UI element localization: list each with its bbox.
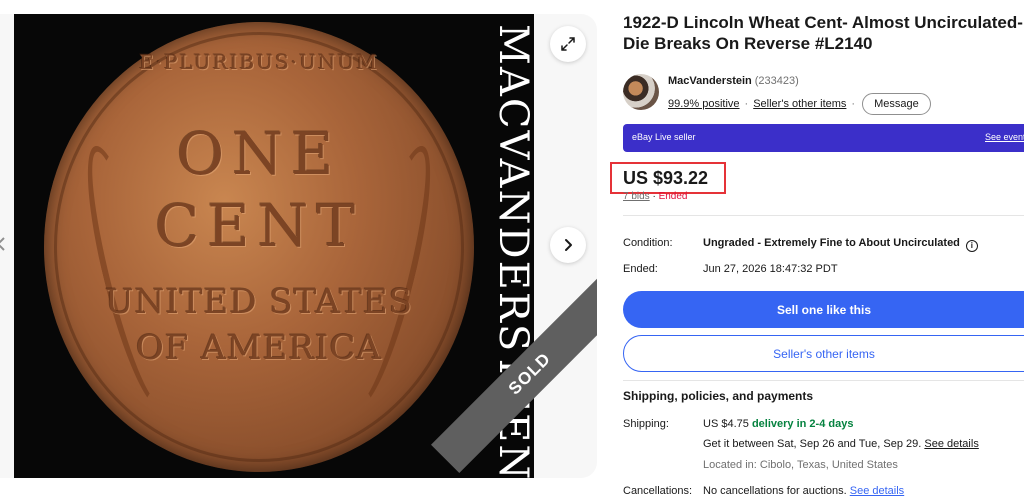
seller-positive-link[interactable]: 99.9% positive	[668, 98, 740, 110]
coin-motto: E·PLURIBUS·UNUM	[139, 50, 379, 74]
shipping-label: Shipping:	[623, 418, 669, 430]
seller-avatar[interactable]	[623, 74, 659, 110]
listing-photo[interactable]: E·PLURIBUS·UNUM ONE CENT UNITED STATES O…	[14, 14, 534, 478]
coin-text-of-america: OF AMERICA	[135, 328, 383, 368]
delivery-estimate-text: Get it between Sat, Sep 26 and Tue, Sep …	[703, 438, 922, 450]
listing-details: 1922-D Lincoln Wheat Cent- Almost Uncirc…	[610, 0, 1024, 496]
previous-image-button[interactable]	[0, 232, 6, 256]
cancellations-see-details-link[interactable]: See details	[850, 485, 904, 496]
expand-icon	[561, 37, 575, 51]
bid-count-link[interactable]: 7 bids	[623, 191, 650, 202]
listing-title: 1922-D Lincoln Wheat Cent- Almost Uncirc…	[623, 13, 1023, 53]
sellers-other-items-button[interactable]: Seller's other items	[623, 335, 1024, 372]
cancellations-value: No cancellations for auctions. See detai…	[703, 485, 904, 496]
item-price: US $93.22	[623, 168, 709, 188]
ended-label: Ended:	[623, 263, 658, 275]
delivery-time: delivery in 2-4 days	[751, 418, 854, 430]
coin-text-one: ONE	[176, 120, 342, 188]
cancellations-text: No cancellations for auctions.	[703, 485, 847, 496]
auction-ended-label: Ended	[658, 191, 688, 202]
bid-separator: ·	[649, 191, 659, 202]
seller-feedback-count: (233423)	[754, 75, 799, 87]
delivery-estimate: Get it between Sat, Sep 26 and Tue, Sep …	[703, 438, 979, 450]
next-image-button[interactable]	[550, 227, 586, 263]
coin-image: E·PLURIBUS·UNUM ONE CENT UNITED STATES O…	[44, 22, 474, 472]
seller-name-line: MacVanderstein (233423)	[668, 75, 799, 87]
condition-value: Ungraded - Extremely Fine to About Uncir…	[703, 237, 960, 249]
bid-status: 7 bids · Ended	[623, 191, 688, 202]
coin-text-united-states: UNITED STATES	[105, 282, 413, 322]
shipping-cost: US $4.75	[703, 418, 749, 430]
coin-text-cent: CENT	[154, 192, 364, 260]
sell-one-like-this-button[interactable]: Sell one like this	[623, 291, 1024, 328]
shipping-see-details-link[interactable]: See details	[924, 438, 978, 450]
seller-card: MacVanderstein (233423) 99.9% positive · …	[623, 74, 1023, 115]
seller-other-items-link[interactable]: Seller's other items	[753, 98, 846, 110]
expand-image-button[interactable]	[550, 26, 586, 62]
shipping-section-title: Shipping, policies, and payments	[623, 389, 814, 403]
info-icon[interactable]: i	[965, 240, 978, 252]
separator-dot: ·	[851, 98, 856, 110]
chevron-right-icon	[565, 239, 572, 251]
see-event-link[interactable]: See event	[985, 132, 1024, 142]
live-seller-label: eBay Live seller	[632, 132, 696, 142]
divider	[623, 380, 1024, 381]
seller-name[interactable]: MacVanderstein	[668, 75, 752, 87]
message-button[interactable]: Message	[862, 93, 931, 115]
chevron-left-icon	[0, 237, 5, 251]
divider	[623, 215, 1024, 216]
seller-links: 99.9% positive · Seller's other items · …	[668, 93, 931, 115]
separator-dot: ·	[744, 98, 749, 110]
image-gallery: E·PLURIBUS·UNUM ONE CENT UNITED STATES O…	[0, 14, 597, 478]
item-location: Located in: Cibolo, Texas, United States	[703, 459, 898, 471]
cancellations-label: Cancellations:	[623, 485, 693, 496]
ebay-live-banner: eBay Live seller See event	[623, 124, 1024, 152]
shipping-value: US $4.75 delivery in 2-4 days	[703, 418, 853, 430]
condition-value-wrap: Ungraded - Extremely Fine to About Uncir…	[703, 237, 978, 252]
condition-label: Condition:	[623, 237, 673, 249]
ended-value: Jun 27, 2026 18:47:32 PDT	[703, 263, 838, 275]
